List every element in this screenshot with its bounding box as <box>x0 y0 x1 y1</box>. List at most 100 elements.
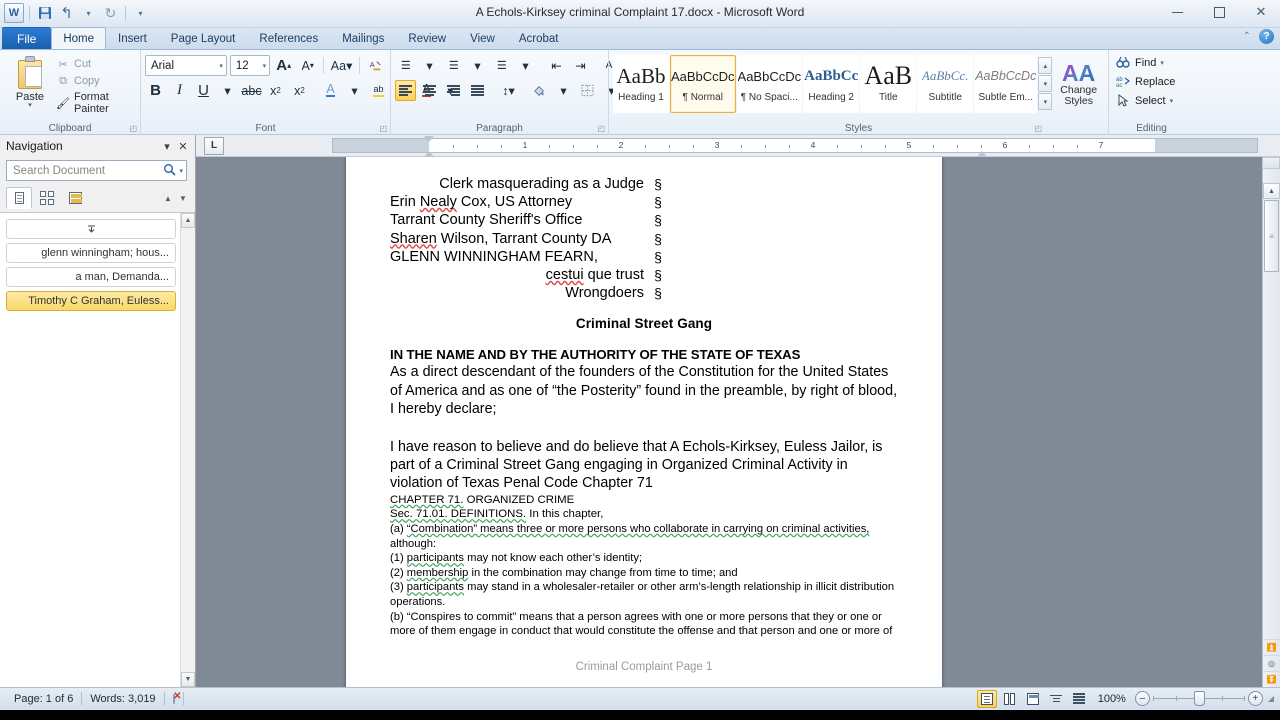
zoom-in-button[interactable]: + <box>1247 691 1263 706</box>
select-browse-object-icon[interactable]: ◎ <box>1263 655 1280 671</box>
tab-view[interactable]: View <box>458 27 507 49</box>
font-size-combo[interactable]: 12 ▾ <box>229 55 271 76</box>
change-styles-button[interactable]: AA Change Styles <box>1053 55 1104 107</box>
find-button[interactable]: Find ▾ <box>1113 53 1190 72</box>
align-right-button[interactable] <box>443 80 464 101</box>
zoom-level[interactable]: 100% <box>1092 693 1132 705</box>
clipboard-dialog-launcher-icon[interactable]: ◰ <box>129 124 137 133</box>
decrease-indent-button[interactable]: ⇤ <box>546 55 567 76</box>
replace-button[interactable]: ab ac Replace <box>1113 72 1190 91</box>
list-item[interactable] <box>6 219 176 239</box>
search-input[interactable]: Search Document ▾ <box>6 160 187 181</box>
line-spacing-button[interactable]: ↕ ▾ <box>498 80 519 101</box>
subscript-button[interactable]: x2 <box>265 80 286 101</box>
previous-result-icon[interactable]: ▲ <box>162 192 174 204</box>
scroll-down-icon[interactable]: ▼ <box>181 672 195 687</box>
format-painter-button[interactable]: 🖌 Format Painter <box>56 91 136 115</box>
select-dropdown-icon[interactable]: ▾ <box>1170 97 1174 105</box>
tab-mailings[interactable]: Mailings <box>330 27 396 49</box>
help-icon[interactable]: ? <box>1259 29 1274 44</box>
zoom-slider-thumb[interactable] <box>1193 691 1205 706</box>
style-subtitle[interactable]: AaBbCc. Subtitle <box>917 55 974 113</box>
paste-dropdown-icon[interactable]: ▾ <box>28 102 32 109</box>
scroll-track[interactable] <box>1263 273 1280 639</box>
list-item[interactable]: Timothy C Graham, Euless... <box>6 291 176 311</box>
change-case-button[interactable]: Aa ▾ <box>329 55 354 76</box>
first-line-indent-marker[interactable] <box>424 136 434 142</box>
align-left-button[interactable] <box>395 80 416 101</box>
tab-stop-selector[interactable]: L <box>204 136 224 155</box>
vertical-scrollbar[interactable]: ▲ ≡ ⏫ ◎ ⏬ <box>1262 157 1280 687</box>
style-heading-1[interactable]: AaBb Heading 1 <box>613 55 669 113</box>
grow-font-button[interactable]: A ▴ <box>273 55 294 76</box>
style-title[interactable]: AaB Title <box>860 55 917 113</box>
font-name-combo[interactable]: Arial ▾ <box>145 55 227 76</box>
view-print-layout-button[interactable] <box>976 689 997 708</box>
document-page[interactable]: Clerk masquerading as a Judge § Erin Nea… <box>346 157 942 687</box>
clear-formatting-icon[interactable]: A <box>365 55 386 76</box>
navigation-scrollbar[interactable]: ▲ ▼ <box>180 213 195 687</box>
scroll-up-icon[interactable]: ▲ <box>1263 183 1280 199</box>
scroll-up-icon[interactable]: ▲ <box>181 213 195 228</box>
zoom-slider[interactable] <box>1152 691 1245 706</box>
close-button[interactable]: ✕ <box>1248 2 1274 22</box>
bullets-button[interactable]: ☰ <box>395 55 416 76</box>
multilevel-list-button[interactable]: ☰ <box>491 55 512 76</box>
tab-page-layout[interactable]: Page Layout <box>159 27 248 49</box>
shading-button[interactable] <box>529 80 550 101</box>
numbering-dropdown-icon[interactable]: ▾ <box>467 55 488 76</box>
find-dropdown-icon[interactable]: ▾ <box>1160 59 1164 67</box>
tab-references[interactable]: References <box>247 27 330 49</box>
text-effects-dropdown-icon[interactable]: ▾ <box>344 80 365 101</box>
view-full-screen-reading-button[interactable] <box>1000 690 1020 708</box>
scrollbar-thumb[interactable]: ≡ <box>1264 200 1279 272</box>
tab-insert[interactable]: Insert <box>106 27 159 49</box>
maximize-button[interactable] <box>1206 2 1232 22</box>
navigation-close-icon[interactable]: ✕ <box>175 138 191 154</box>
minimize-button[interactable] <box>1164 2 1190 22</box>
tab-file[interactable]: File <box>2 27 52 49</box>
style-normal[interactable]: AaBbCcDc ¶ Normal <box>669 55 736 113</box>
underline-dropdown-icon[interactable]: ▾ <box>217 80 238 101</box>
italic-button[interactable]: I <box>169 80 190 101</box>
style-heading-2[interactable]: AaBbCc Heading 2 <box>803 55 860 113</box>
style-subtle-emphasis[interactable]: AaBbCcDc Subtle Em... <box>974 55 1038 113</box>
styles-scroll-up-icon[interactable]: ▴ <box>1038 57 1053 74</box>
text-effects-button[interactable]: A <box>320 80 341 101</box>
select-button[interactable]: Select ▾ <box>1113 91 1190 110</box>
nav-tab-headings[interactable] <box>6 187 32 209</box>
view-outline-button[interactable] <box>1046 690 1066 708</box>
resize-grip-icon[interactable]: ◢ <box>1266 694 1274 703</box>
list-item[interactable]: a man, Demanda... <box>6 267 176 287</box>
underline-button[interactable]: U <box>193 80 214 101</box>
cut-button[interactable]: ✂ Cut <box>56 57 136 71</box>
increase-indent-button[interactable]: ⇥ <box>570 55 591 76</box>
collapse-ribbon-icon[interactable]: ⌃ <box>1243 31 1251 42</box>
nav-tab-results[interactable] <box>62 187 88 209</box>
search-options-icon[interactable]: ▾ <box>176 167 183 175</box>
next-result-icon[interactable]: ▼ <box>177 192 189 204</box>
styles-dialog-launcher-icon[interactable]: ◰ <box>1034 124 1042 133</box>
bullets-dropdown-icon[interactable]: ▾ <box>419 55 440 76</box>
paragraph-dialog-launcher-icon[interactable]: ◰ <box>597 124 605 133</box>
multilevel-dropdown-icon[interactable]: ▾ <box>515 55 536 76</box>
word-count[interactable]: Words: 3,019 <box>82 693 163 705</box>
horizontal-ruler[interactable]: 1 2 3 4 5 6 7 <box>332 136 1258 157</box>
numbering-button[interactable]: ☰ <box>443 55 464 76</box>
search-icon[interactable] <box>163 163 177 179</box>
list-item[interactable]: glenn winningham; hous... <box>6 243 176 263</box>
shrink-font-button[interactable]: A ▾ <box>297 55 318 76</box>
justify-button[interactable] <box>467 80 488 101</box>
highlight-button[interactable]: ab <box>368 80 389 101</box>
styles-more-icon[interactable]: ▾ <box>1038 93 1053 110</box>
tab-review[interactable]: Review <box>396 27 458 49</box>
styles-scroll-down-icon[interactable]: ▾ <box>1038 75 1053 92</box>
scroll-track[interactable] <box>181 228 195 672</box>
align-center-button[interactable] <box>419 80 440 101</box>
split-window-handle[interactable] <box>1262 157 1280 169</box>
zoom-out-button[interactable]: – <box>1134 691 1150 706</box>
style-no-spacing[interactable]: AaBbCcDc ¶ No Spaci... <box>736 55 803 113</box>
previous-page-icon[interactable]: ⏫ <box>1263 639 1280 655</box>
next-page-icon[interactable]: ⏬ <box>1263 671 1280 687</box>
tab-home[interactable]: Home <box>51 27 107 49</box>
